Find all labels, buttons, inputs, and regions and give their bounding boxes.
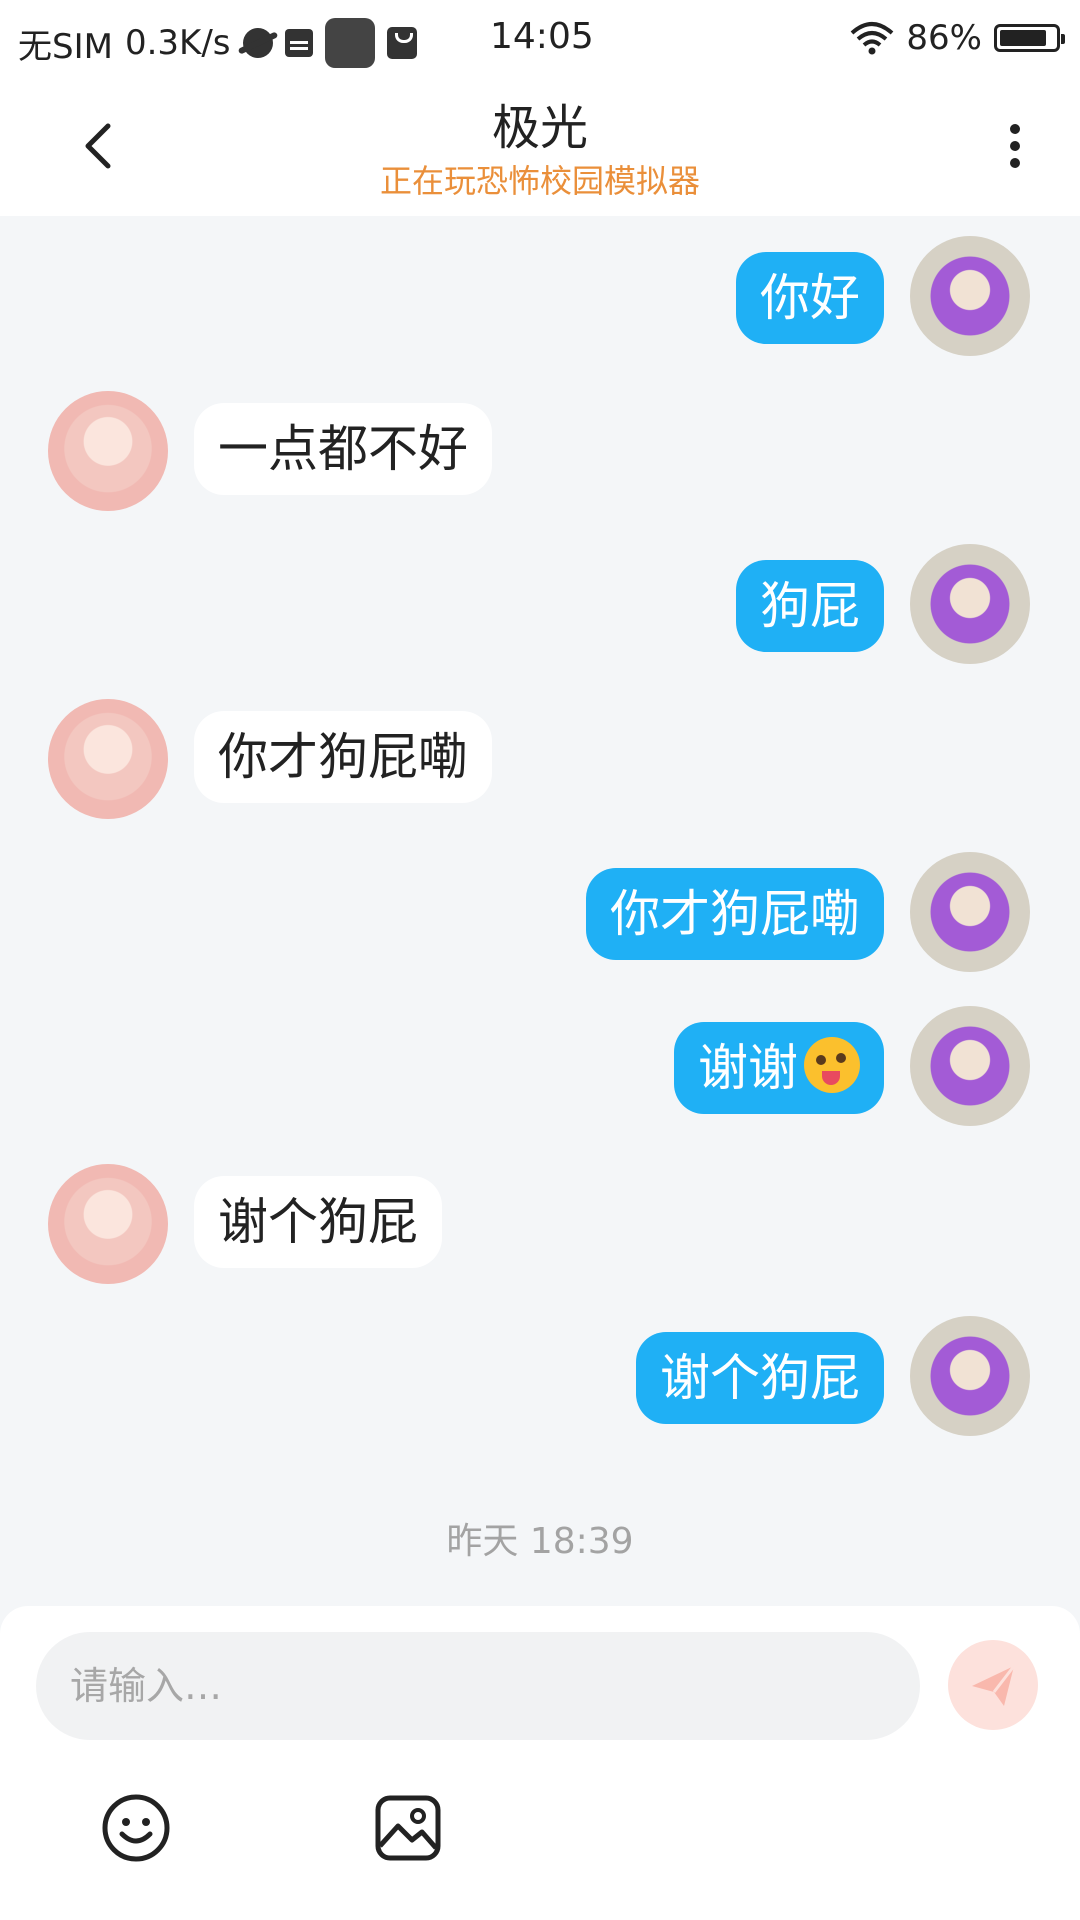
smiley-icon[interactable] (100, 1792, 172, 1864)
more-dot (1010, 158, 1020, 168)
contact-status: 正在玩恐怖校园模拟器 (379, 162, 700, 200)
message-bubble[interactable]: 狗屁 (736, 560, 884, 652)
status-bar: 无SIM 0.3K/s 14:05 86% (0, 0, 1080, 76)
carrier-label: 无SIM (18, 26, 113, 67)
battery-percent: 86% (906, 18, 982, 58)
browser-icon (242, 28, 273, 58)
message-bubble[interactable]: 你才狗屁嘞 (194, 711, 492, 803)
winking-tongue-emoji-icon (804, 1037, 860, 1093)
status-time: 14:05 (490, 16, 594, 57)
more-vertical-icon[interactable] (990, 116, 1040, 176)
status-right: 86% (850, 18, 1065, 58)
message-timestamp: 昨天 18:39 (446, 1521, 634, 1562)
contact-name: 极光 (491, 100, 588, 156)
self-avatar[interactable] (910, 1316, 1030, 1436)
composer (0, 1606, 1080, 1920)
message-bubble[interactable]: 谢谢 (674, 1022, 884, 1114)
send-icon (972, 1665, 1016, 1706)
contact-avatar[interactable] (48, 699, 168, 819)
message-list[interactable]: 你好 一点都不好 狗屁 你才狗屁嘞 你才狗屁嘞 谢谢 谢个狗屁 谢个狗屁 (0, 216, 1080, 1606)
app-notification-icon (324, 18, 375, 68)
shopping-bag-icon (386, 27, 417, 59)
self-avatar[interactable] (910, 544, 1030, 664)
wifi-icon (851, 22, 894, 55)
self-avatar[interactable] (910, 1006, 1030, 1126)
battery-fill (1000, 30, 1046, 46)
network-speed: 0.3K/s (124, 23, 231, 63)
image-icon[interactable] (372, 1792, 444, 1864)
self-avatar[interactable] (910, 852, 1030, 972)
more-dot (1010, 141, 1020, 151)
message-bubble[interactable]: 谢个狗屁 (636, 1332, 884, 1424)
more-dot (1010, 124, 1020, 134)
chat-header: 极光 正在玩恐怖校园模拟器 (0, 76, 1080, 216)
self-avatar[interactable] (910, 236, 1030, 356)
message-input[interactable] (36, 1632, 920, 1740)
battery-icon (994, 24, 1065, 52)
contact-avatar[interactable] (48, 1164, 168, 1284)
message-bubble[interactable]: 你好 (736, 252, 884, 344)
send-button[interactable] (948, 1640, 1038, 1730)
message-text: 谢谢 (698, 1039, 798, 1097)
contact-avatar[interactable] (48, 391, 168, 511)
status-left: 无SIM 0.3K/s (18, 18, 417, 68)
message-bubble[interactable]: 你才狗屁嘞 (586, 868, 884, 960)
message-bubble[interactable]: 谢个狗屁 (194, 1176, 442, 1268)
message-bubble[interactable]: 一点都不好 (194, 403, 492, 495)
calendar-icon (284, 29, 313, 57)
